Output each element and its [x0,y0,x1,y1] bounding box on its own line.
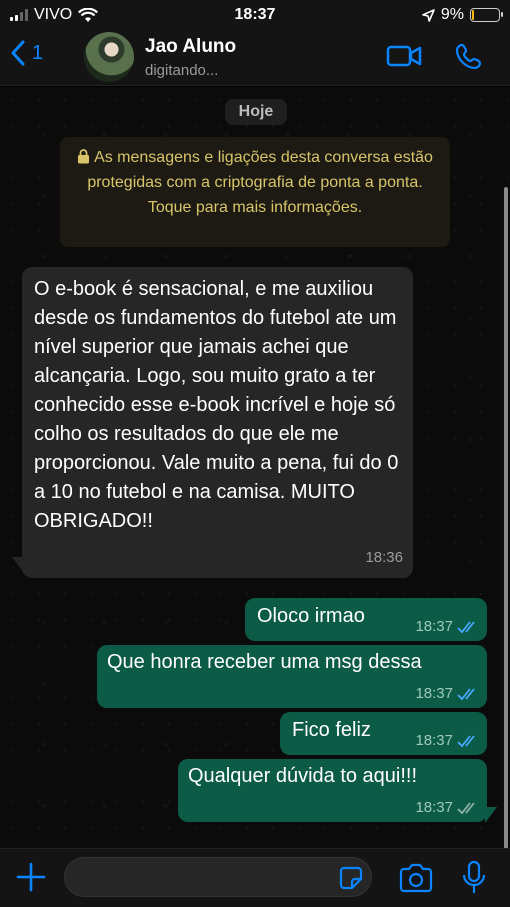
message-meta: 18:37 [415,799,479,816]
message-outgoing[interactable]: Fico feliz 18:37 [280,712,487,755]
battery-percent: 9% [440,6,464,23]
message-meta: 18:37 [415,732,479,749]
message-outgoing[interactable]: Que honra receber uma msg dessa 18:37 [97,645,487,708]
lock-icon [78,149,90,164]
encryption-notice-text: As mensagens e ligações desta conversa e… [87,149,433,216]
typing-status: digitando... [145,62,219,79]
message-time: 18:36 [365,549,403,566]
encryption-notice[interactable]: As mensagens e ligações desta conversa e… [60,137,450,247]
chat-area[interactable]: Hoje As mensagens e ligações desta conve… [0,87,510,907]
location-arrow-icon [422,8,435,22]
message-input[interactable] [64,857,372,897]
chat-scrollbar[interactable] [504,187,508,907]
status-bar: VIVO 18:37 9% [0,0,510,30]
message-text: Que honra receber uma msg dessa [107,651,422,673]
phone-call-icon[interactable] [455,42,483,70]
microphone-icon[interactable] [462,860,486,896]
date-separator: Hoje [225,99,287,125]
message-meta: 18:37 [415,618,479,635]
message-time: 18:37 [415,799,453,816]
message-meta: 18:37 [415,685,479,702]
battery-level-fill [472,10,475,20]
back-chevron-icon [11,40,25,66]
message-time: 18:37 [415,618,453,635]
chat-header: 1 Jao Aluno digitando... [0,30,510,86]
avatar[interactable] [84,32,134,82]
plus-icon[interactable] [15,861,47,893]
message-input-bar [0,848,510,907]
outgoing-bubble-tail [485,807,497,823]
read-checkmarks-icon [457,734,475,747]
message-meta: 18:36 [365,543,403,572]
sticker-icon[interactable] [338,865,364,891]
camera-icon[interactable] [398,863,434,893]
message-text: O e-book é sensacional, e me auxiliou de… [34,278,399,532]
unread-count: 1 [32,41,44,64]
message-time: 18:37 [415,685,453,702]
read-checkmarks-icon [457,620,475,633]
video-call-icon[interactable] [386,42,422,70]
message-outgoing[interactable]: Qualquer dúvida to aqui!!! 18:37 [178,759,487,822]
message-text: Qualquer dúvida to aqui!!! [188,765,418,787]
back-button[interactable]: 1 [10,40,43,66]
status-right-group: 9% [422,6,503,24]
contact-name[interactable]: Jao Aluno [145,36,236,58]
message-time: 18:37 [415,732,453,749]
battery-icon [470,8,503,22]
message-incoming[interactable]: O e-book é sensacional, e me auxiliou de… [22,267,413,578]
read-checkmarks-icon [457,687,475,700]
delivered-checkmarks-icon [457,801,475,814]
message-outgoing[interactable]: Oloco irmao 18:37 [245,598,487,641]
